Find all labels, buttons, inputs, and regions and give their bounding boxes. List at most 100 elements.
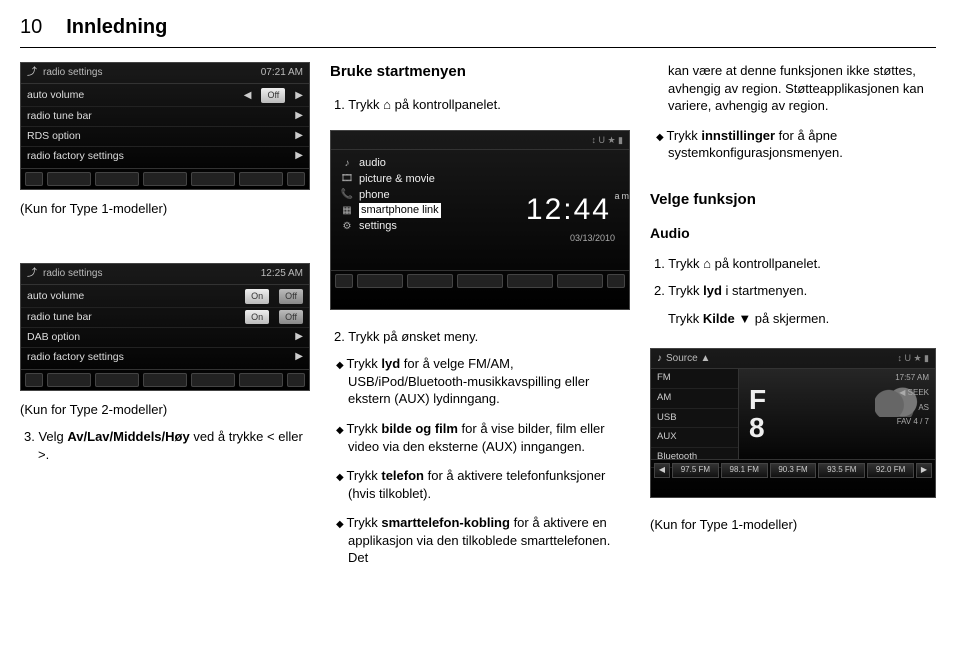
status-icons: ↕ U ★ ▮ [897,352,929,366]
menu-label: picture & movie [359,172,435,187]
radio-settings-screenshot-2: ⤴radio settings 12:25 AM auto volume OnO… [20,263,310,391]
step-2: 2. Trykk på ønsket meny. [330,328,630,346]
source-item: AUX [651,428,738,448]
bottom-slot [239,172,283,186]
bottom-slot [407,274,453,288]
film-icon: 🎞 [341,173,353,185]
radio-settings-screenshot-1: ⤴ radio settings 07:21 AM auto volume ◀Of… [20,62,310,190]
audio-step-2: 2. Trykk lyd i startmenyen. [650,282,936,300]
screenshot-title: radio settings [43,268,102,279]
back-icon: ⤴ [27,67,37,78]
as-label: AS [895,403,929,414]
menu-label: audio [359,156,386,171]
chevron-right-icon: ▶ [295,129,303,143]
page-title: Innledning [66,14,167,41]
section-heading-select-function: Velge funksjon [650,190,936,210]
source-label: Source ▲ [666,353,710,364]
clock-display: 12:44am [526,190,611,231]
bottom-slot [47,373,91,387]
gear-icon: ⚙ [341,221,353,233]
preset-prev: ◀ [654,463,670,478]
list-item: auto volume ◀Off▶ [21,86,309,106]
bottom-slot [357,274,403,288]
page-number: 10 [20,14,42,41]
bottom-slot [191,172,235,186]
row-value: On [245,310,269,324]
menu-item-picture: 🎞 picture & movie [341,172,441,187]
home-menu-screenshot: ↕ U ★ ▮ ♪audio 🎞picture & movie 📞phone ▦… [330,130,630,310]
audio-step-2b: Trykk Kilde ▼ på skjermen. [650,310,936,328]
bottom-slot [143,373,187,387]
menu-label-highlighted: smartphone link [359,203,441,218]
row-label: radio factory settings [27,350,124,364]
continuation-text: kan være at denne funksjonen ikke støtte… [650,62,936,115]
chevron-right-icon: ▶ [295,149,303,163]
grid-icon: ▦ [341,205,353,217]
bottom-slot [95,172,139,186]
bottom-slot [507,274,553,288]
bottom-slot [607,274,625,288]
row-label: auto volume [27,88,84,102]
screenshot-time: 12:25 AM [261,267,303,281]
menu-item-phone: 📞 phone [341,188,441,203]
step-1: 1. Trykk ⌂ på kontrollpanelet. [330,96,630,114]
bottom-slot [191,373,235,387]
list-item: radio factory settings ▶ [21,347,309,367]
source-item: FM [651,369,738,389]
row-label: radio factory settings [27,149,124,163]
menu-label: settings [359,219,397,234]
bottom-slot [143,172,187,186]
bullet-smartphone: Trykk smarttelefon-kobling for å aktiver… [330,514,630,567]
row-label: RDS option [27,129,81,143]
ampm-label: am [614,190,631,202]
date-display: 03/13/2010 [570,232,615,244]
preset-button: 93.5 FM [818,463,865,478]
fav-label: FAV 4 / 7 [895,417,929,428]
menu-item-audio: ♪audio [341,156,441,171]
row-value: On [245,289,269,303]
chevron-right-icon: ▶ [295,89,303,103]
bullet-picture: Trykk bilde og film for å vise bilder, f… [330,420,630,455]
model-note-1: (Kun for Type 1-modeller) [20,200,310,218]
bottom-slot [335,274,353,288]
bottom-slot [287,172,305,186]
preset-next: ▶ [916,463,932,478]
chevron-right-icon: ▶ [295,350,303,364]
bullet-settings: Trykk innstillinger for å åpne systemkon… [650,127,936,162]
chevron-right-icon: ▶ [295,109,303,123]
list-item: radio factory settings ▶ [21,146,309,166]
bullet-phone: Trykk telefon for å aktivere telefonfunk… [330,467,630,502]
source-item: USB [651,409,738,429]
screenshot-time: 07:21 AM [261,66,303,80]
audio-step-1: 1. Trykk ⌂ på kontrollpanelet. [650,255,936,273]
back-icon: ⤴ [27,268,37,279]
list-item: DAB option ▶ [21,327,309,347]
model-note-3: (Kun for Type 1-modeller) [650,516,936,534]
step-3: 3. Velg Av/Lav/Middels/Høy ved å trykke … [20,428,310,463]
row-label: radio tune bar [27,310,92,324]
section-heading-start-menu: Bruke startmenyen [330,62,630,82]
row-label: radio tune bar [27,109,92,123]
row-value: Off [279,289,303,303]
preset-button: 90.3 FM [770,463,817,478]
list-item: radio tune bar On Off [21,307,309,327]
chevron-left-icon: ◀ [244,89,252,103]
row-value: Off [279,310,303,324]
list-item: RDS option ▶ [21,126,309,146]
bottom-slot [25,172,43,186]
time-small: 17:57 AM [895,373,929,384]
bullet-audio: Trykk lyd for å velge FM/AM, USB/iPod/Bl… [330,355,630,408]
screenshot-title: radio settings [43,67,102,78]
phone-icon: 📞 [341,189,353,201]
preset-button: 98.1 FM [721,463,768,478]
menu-label: phone [359,188,390,203]
chevron-right-icon: ▶ [295,330,303,344]
bottom-slot [47,172,91,186]
row-label: DAB option [27,330,80,344]
radio-source-screenshot: ♪Source ▲ ↕ U ★ ▮ FM AM USB AUX Bluetoot… [650,348,936,498]
bottom-slot [25,373,43,387]
preset-button: 92.0 FM [867,463,914,478]
header-rule [20,47,936,48]
bottom-slot [557,274,603,288]
source-item: AM [651,389,738,409]
